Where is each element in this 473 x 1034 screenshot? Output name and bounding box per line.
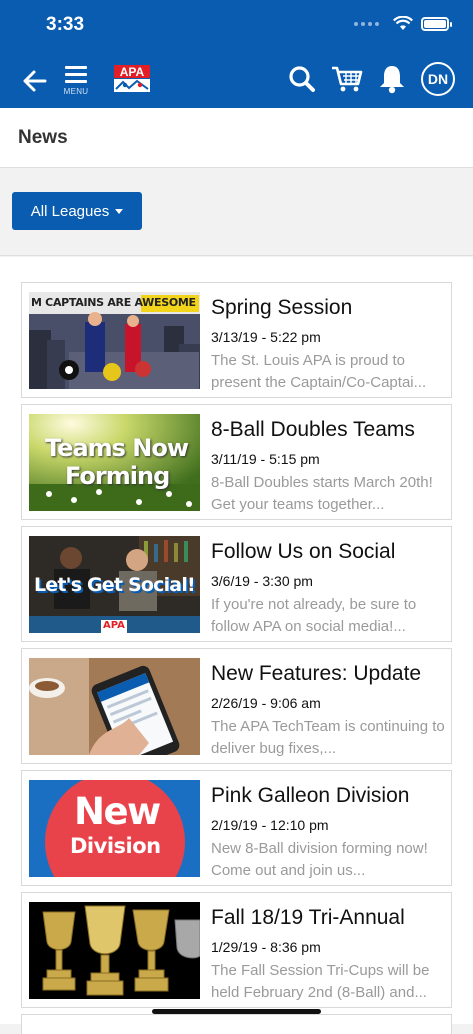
- caret-down-icon: [115, 208, 124, 214]
- league-filter-dropdown[interactable]: All Leagues: [12, 192, 142, 230]
- news-title: New Features: Update: [211, 662, 422, 685]
- apa-logo[interactable]: APA: [113, 65, 151, 93]
- status-icons: [354, 16, 452, 31]
- pink-banner-line2: Division: [70, 834, 161, 858]
- news-date: 3/11/19 - 5:15 pm: [211, 451, 320, 467]
- news-title: Follow Us on Social: [211, 540, 396, 563]
- news-thumbnail-spring: M CAPTAINS ARE AWESOME: [29, 292, 200, 389]
- news-description: If you're not already, be sure to follow…: [211, 596, 417, 635]
- nav-row: MENU APA DN: [0, 60, 473, 102]
- news-date: 1/29/19 - 8:36 pm: [211, 939, 321, 955]
- news-item-spring-session[interactable]: M CAPTAINS ARE AWESOME Spring Session 3/…: [21, 282, 452, 398]
- menu-label: MENU: [63, 87, 89, 96]
- news-thumbnail-features: [29, 658, 200, 755]
- news-item-text: 8-Ball Doubles Teams 3/11/19 - 5:15 pm 8…: [211, 417, 447, 516]
- news-date: 2/26/19 - 9:06 am: [211, 695, 321, 711]
- news-description: The APA TechTeam is continuing to delive…: [211, 718, 445, 757]
- search-icon: [289, 66, 315, 92]
- news-item-pink-galleon[interactable]: New Division Pink Galleon Division 2/19/…: [21, 770, 452, 886]
- status-time: 3:33: [46, 14, 85, 35]
- teams-banner-line1: Teams Now: [45, 434, 189, 462]
- back-button[interactable]: [20, 66, 50, 96]
- news-item-follow-social[interactable]: Let's Get Social! APA Follow Us on Socia…: [21, 526, 452, 642]
- news-item-text: Pink Galleon Division 2/19/19 - 12:10 pm…: [211, 783, 447, 882]
- page-title: News: [18, 127, 68, 148]
- news-title: 8-Ball Doubles Teams: [211, 418, 415, 441]
- bell-icon: [380, 66, 404, 94]
- news-item-text: Follow Us on Social 3/6/19 - 3:30 pm If …: [211, 539, 447, 638]
- news-title: Pink Galleon Division: [211, 784, 410, 807]
- news-description: The St. Louis APA is proud to present th…: [211, 352, 427, 391]
- news-date: 2/19/19 - 12:10 pm: [211, 817, 329, 833]
- news-item-text: Fall 18/19 Tri-Annual 1/29/19 - 8:36 pm …: [211, 905, 447, 1004]
- news-date: 3/13/19 - 5:22 pm: [211, 329, 321, 345]
- svg-text:APA: APA: [120, 65, 145, 79]
- cart-button[interactable]: [331, 62, 363, 96]
- filter-area: All Leagues: [0, 168, 473, 256]
- news-title: Spring Session: [211, 296, 353, 319]
- news-thumbnail-trophies: [29, 902, 200, 999]
- search-button[interactable]: [286, 62, 318, 96]
- user-avatar[interactable]: DN: [421, 62, 455, 96]
- news-item-partial[interactable]: [21, 1014, 452, 1034]
- page-title-bar: News: [0, 108, 473, 168]
- teams-banner-line2: Forming: [65, 462, 170, 490]
- news-item-text: Spring Session 3/13/19 - 5:22 pm The St.…: [211, 295, 447, 394]
- news-item-tri-annual[interactable]: Fall 18/19 Tri-Annual 1/29/19 - 8:36 pm …: [21, 892, 452, 1008]
- news-thumbnail-pink: New Division: [29, 780, 200, 877]
- spring-banner-text: M CAPTAINS ARE AWESOME: [31, 296, 196, 309]
- news-item-text: New Features: Update 2/26/19 - 9:06 am T…: [211, 661, 447, 760]
- news-description: The Fall Session Tri-Cups will be held F…: [211, 962, 430, 1001]
- app-header: 3:33 MENU APA DN: [0, 0, 473, 108]
- social-badge-text: APA: [103, 620, 125, 631]
- battery-icon: [421, 16, 452, 31]
- header-actions: DN: [286, 62, 455, 96]
- wifi-icon: [393, 16, 413, 30]
- pink-banner-line1: New: [74, 790, 161, 833]
- news-item-doubles-teams[interactable]: Teams Now Forming 8-Ball Doubles Teams 3…: [21, 404, 452, 520]
- social-banner-text: Let's Get Social!: [34, 574, 196, 596]
- league-filter-label: All Leagues: [30, 202, 110, 220]
- hamburger-icon: [62, 66, 90, 83]
- news-title: Fall 18/19 Tri-Annual: [211, 906, 405, 929]
- news-description: 8-Ball Doubles starts March 20th! Get yo…: [211, 474, 433, 513]
- back-arrow-icon: [23, 70, 47, 92]
- menu-button[interactable]: MENU: [62, 66, 90, 100]
- news-description: New 8-Ball division forming now! Come ou…: [211, 840, 428, 879]
- notifications-button[interactable]: [376, 62, 408, 96]
- news-date: 3/6/19 - 3:30 pm: [211, 573, 313, 589]
- apa-logo-image: APA: [114, 65, 150, 92]
- signal-icon: [354, 21, 379, 26]
- news-thumbnail-teams: Teams Now Forming: [29, 414, 200, 511]
- news-thumbnail-social: Let's Get Social! APA: [29, 536, 200, 633]
- news-item-new-features[interactable]: New Features: Update 2/26/19 - 9:06 am T…: [21, 648, 452, 764]
- cart-icon: [332, 66, 363, 92]
- news-list: M CAPTAINS ARE AWESOME Spring Session 3/…: [0, 257, 473, 1034]
- home-indicator[interactable]: [152, 1009, 321, 1014]
